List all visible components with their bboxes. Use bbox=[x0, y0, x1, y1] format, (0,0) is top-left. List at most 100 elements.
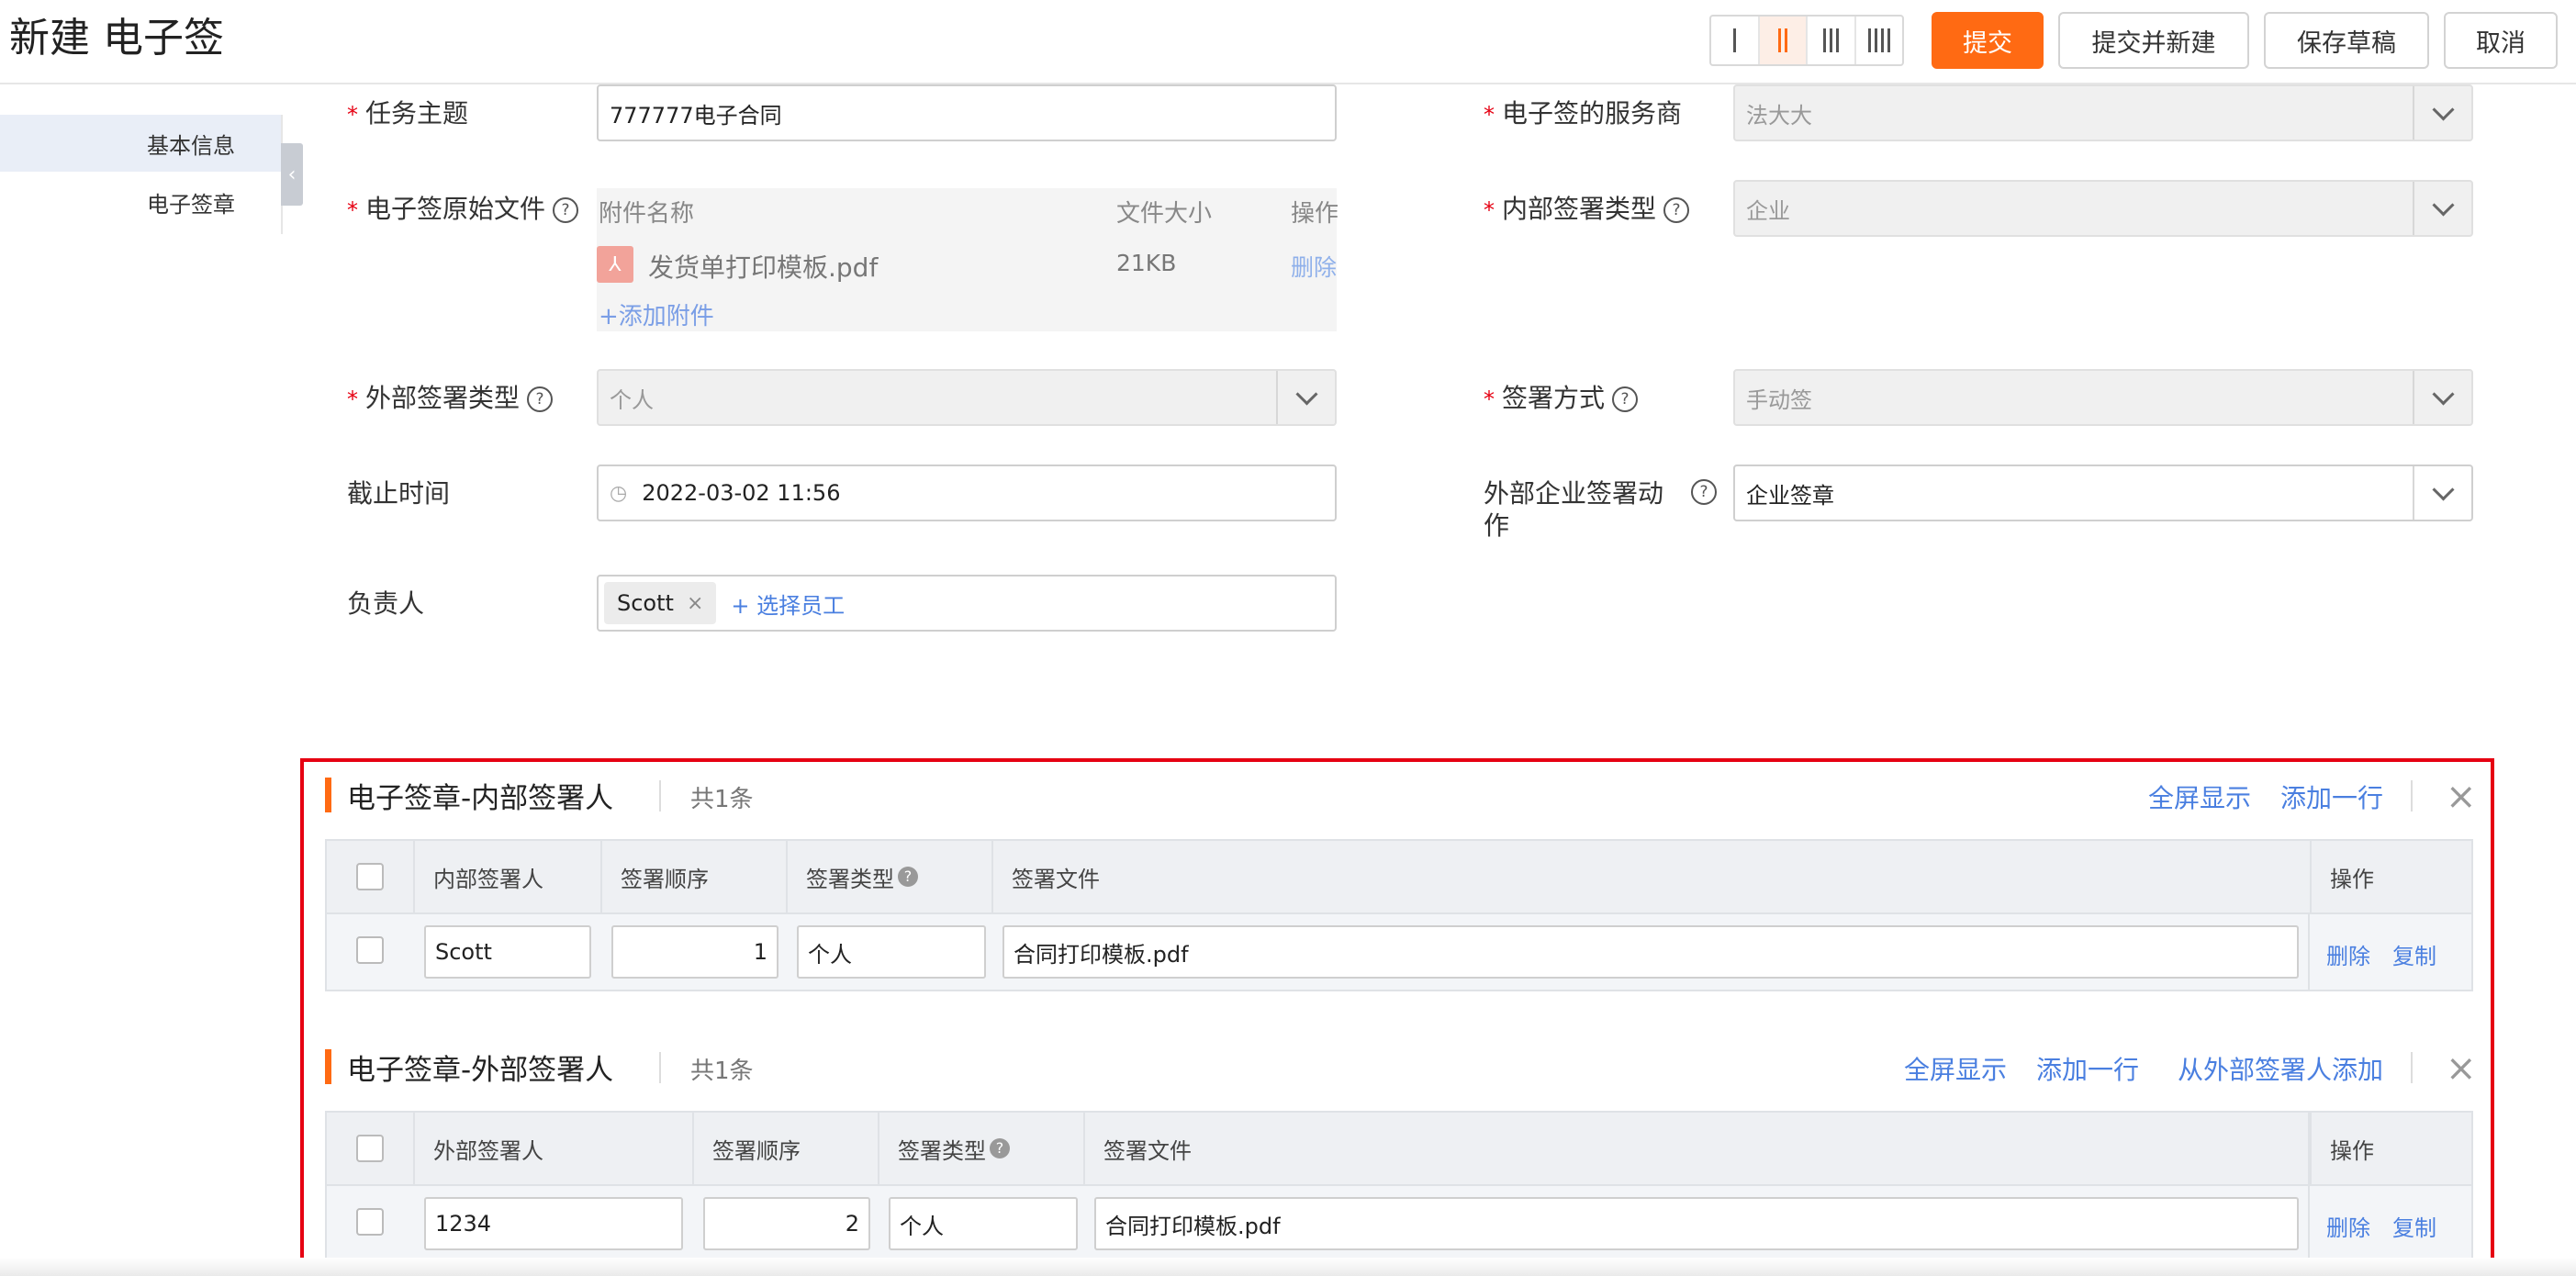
column-sign-type: 签署类型? bbox=[879, 1113, 1085, 1184]
external-add-row-link[interactable]: 添加一行 bbox=[2036, 1050, 2139, 1087]
close-icon[interactable]: × bbox=[2446, 1050, 2477, 1087]
submit-button[interactable]: 提交 bbox=[1932, 12, 2044, 69]
delete-row-link[interactable]: 删除 bbox=[2326, 1210, 2370, 1242]
deadline-label: 截止时间 bbox=[347, 478, 451, 509]
help-icon[interactable]: ? bbox=[553, 197, 579, 223]
attachment-file-name[interactable]: 发货单打印模板.pdf bbox=[648, 248, 878, 285]
row-checkbox[interactable] bbox=[356, 936, 384, 964]
ext-action-label-line2: 作 bbox=[1484, 510, 1510, 541]
internal-table-header: 内部签署人 签署顺序 签署类型? 签署文件 操作 bbox=[325, 839, 2473, 914]
row-checkbox[interactable] bbox=[356, 1208, 384, 1236]
internal-add-row-link[interactable]: 添加一行 bbox=[2280, 778, 2383, 815]
external-sign-type-select[interactable]: 个人 bbox=[597, 369, 1337, 426]
help-icon[interactable]: ? bbox=[1612, 386, 1639, 412]
owner-tag: Scott × bbox=[604, 582, 717, 624]
close-icon[interactable]: × bbox=[2446, 778, 2477, 815]
column-sign-order: 签署顺序 bbox=[694, 1113, 879, 1184]
section-accent-bar bbox=[325, 1049, 331, 1084]
delete-row-link[interactable]: 删除 bbox=[2326, 938, 2370, 970]
internal-signers-count: 共1条 bbox=[690, 786, 754, 813]
sidebar-nav: 基本信息 电子签章 bbox=[0, 115, 283, 234]
column-sign-order: 签署顺序 bbox=[602, 841, 788, 912]
internal-fullscreen-link[interactable]: 全屏显示 bbox=[2148, 778, 2251, 815]
select-all-checkbox[interactable] bbox=[356, 1135, 384, 1162]
provider-select[interactable]: 法大大 bbox=[1733, 84, 2473, 141]
sign-file-input[interactable]: 合同打印模板.pdf bbox=[1094, 1197, 2299, 1250]
internal-sign-type-select[interactable]: 企业 bbox=[1733, 180, 2473, 237]
sign-order-input[interactable]: 1 bbox=[611, 925, 778, 979]
sidebar-item-basic-info[interactable]: 基本信息 bbox=[0, 115, 281, 172]
sign-file-input[interactable]: 合同打印模板.pdf bbox=[1002, 925, 2299, 979]
attachment-action-header: 操作 bbox=[1291, 200, 1339, 228]
copy-row-link[interactable]: 复制 bbox=[2392, 1210, 2436, 1242]
help-icon[interactable]: ? bbox=[1691, 479, 1717, 505]
ext-action-label: 外部企业签署动 bbox=[1484, 478, 1664, 509]
column-operation: 操作 bbox=[2310, 841, 2475, 912]
external-table-header: 外部签署人 签署顺序 签署类型? 签署文件 操作 bbox=[325, 1111, 2473, 1186]
layout-two-column-button[interactable] bbox=[1759, 17, 1808, 64]
select-employee-link[interactable]: + 选择员工 bbox=[731, 588, 845, 620]
sign-method-label: * 签署方式? bbox=[1484, 382, 1639, 416]
sidebar-item-esignature[interactable]: 电子签章 bbox=[0, 173, 281, 230]
layout-three-column-button[interactable] bbox=[1808, 17, 1856, 64]
attachment-name-header: 附件名称 bbox=[599, 200, 695, 228]
external-signers-count: 共1条 bbox=[690, 1058, 754, 1085]
chevron-down-icon bbox=[2413, 86, 2471, 140]
sign-type-input[interactable]: 个人 bbox=[797, 925, 986, 979]
pdf-file-icon: ⅄ bbox=[597, 246, 633, 283]
help-icon[interactable]: ? bbox=[898, 867, 918, 887]
original-file-label: * 电子签原始文件? bbox=[347, 193, 579, 227]
column-operation: 操作 bbox=[2310, 1113, 2475, 1184]
layout-column-switch[interactable] bbox=[1709, 15, 1904, 66]
section-divider bbox=[2411, 1052, 2413, 1083]
section-accent-bar bbox=[325, 778, 331, 812]
table-row: 1234 2 个人 合同打印模板.pdf 删除 复制 bbox=[325, 1186, 2473, 1259]
sign-method-select[interactable]: 手动签 bbox=[1733, 369, 2473, 426]
internal-signer-input[interactable]: Scott bbox=[424, 925, 591, 979]
ext-action-select[interactable]: 企业签章 bbox=[1733, 465, 2473, 521]
external-signers-title: 电子签章-外部签署人 bbox=[347, 1054, 614, 1087]
table-row: Scott 1 个人 合同打印模板.pdf 删除 复制 bbox=[325, 914, 2473, 991]
sign-type-input[interactable]: 个人 bbox=[889, 1197, 1078, 1250]
section-divider bbox=[2411, 780, 2413, 811]
deadline-datepicker[interactable]: ◷ 2022-03-02 11:56 bbox=[597, 465, 1337, 521]
sidebar-collapse-handle[interactable]: ‹ bbox=[281, 143, 303, 206]
chevron-down-icon bbox=[1276, 371, 1335, 424]
external-sign-type-label: * 外部签署类型? bbox=[347, 382, 554, 416]
chevron-left-icon: ‹ bbox=[287, 162, 297, 186]
owner-selector: Scott × + 选择员工 bbox=[597, 575, 1337, 632]
delete-attachment-link[interactable]: 删除 bbox=[1291, 250, 1337, 283]
column-sign-file: 签署文件 bbox=[1085, 1113, 2310, 1184]
external-fullscreen-link[interactable]: 全屏显示 bbox=[1904, 1050, 2007, 1087]
internal-sign-type-label: * 内部签署类型? bbox=[1484, 193, 1690, 227]
column-sign-type: 签署类型? bbox=[788, 841, 993, 912]
select-all-checkbox[interactable] bbox=[356, 863, 384, 890]
bottom-shadow bbox=[0, 1258, 2576, 1276]
provider-label: * 电子签的服务商 bbox=[1484, 98, 1683, 129]
layout-one-column-button[interactable] bbox=[1711, 17, 1760, 64]
help-icon[interactable]: ? bbox=[990, 1138, 1010, 1158]
help-icon[interactable]: ? bbox=[527, 386, 554, 412]
chevron-down-icon bbox=[2413, 371, 2471, 424]
submit-and-new-button[interactable]: 提交并新建 bbox=[2058, 12, 2249, 69]
layout-four-column-button[interactable] bbox=[1856, 17, 1903, 64]
attachment-file-size: 21KB bbox=[1116, 250, 1177, 276]
external-signer-input[interactable]: 1234 bbox=[424, 1197, 683, 1250]
attachment-size-header: 文件大小 bbox=[1116, 200, 1213, 228]
remove-tag-icon[interactable]: × bbox=[687, 592, 703, 615]
column-external-signer: 外部签署人 bbox=[415, 1113, 694, 1184]
add-attachment-link[interactable]: +添加附件 bbox=[599, 297, 714, 331]
clock-icon: ◷ bbox=[610, 481, 628, 505]
task-subject-input[interactable]: 777777电子合同 bbox=[597, 84, 1337, 141]
add-from-external-link[interactable]: 从外部签署人添加 bbox=[2178, 1050, 2383, 1087]
cancel-button[interactable]: 取消 bbox=[2444, 12, 2558, 69]
chevron-down-icon bbox=[2413, 182, 2471, 235]
help-icon[interactable]: ? bbox=[1663, 197, 1690, 223]
copy-row-link[interactable]: 复制 bbox=[2392, 938, 2436, 970]
column-internal-signer: 内部签署人 bbox=[415, 841, 602, 912]
page-title: 新建 电子签 bbox=[9, 15, 224, 62]
sign-order-input[interactable]: 2 bbox=[703, 1197, 870, 1250]
internal-signers-title: 电子签章-内部签署人 bbox=[347, 782, 614, 815]
owner-label: 负责人 bbox=[347, 588, 425, 619]
save-draft-button[interactable]: 保存草稿 bbox=[2264, 12, 2429, 69]
